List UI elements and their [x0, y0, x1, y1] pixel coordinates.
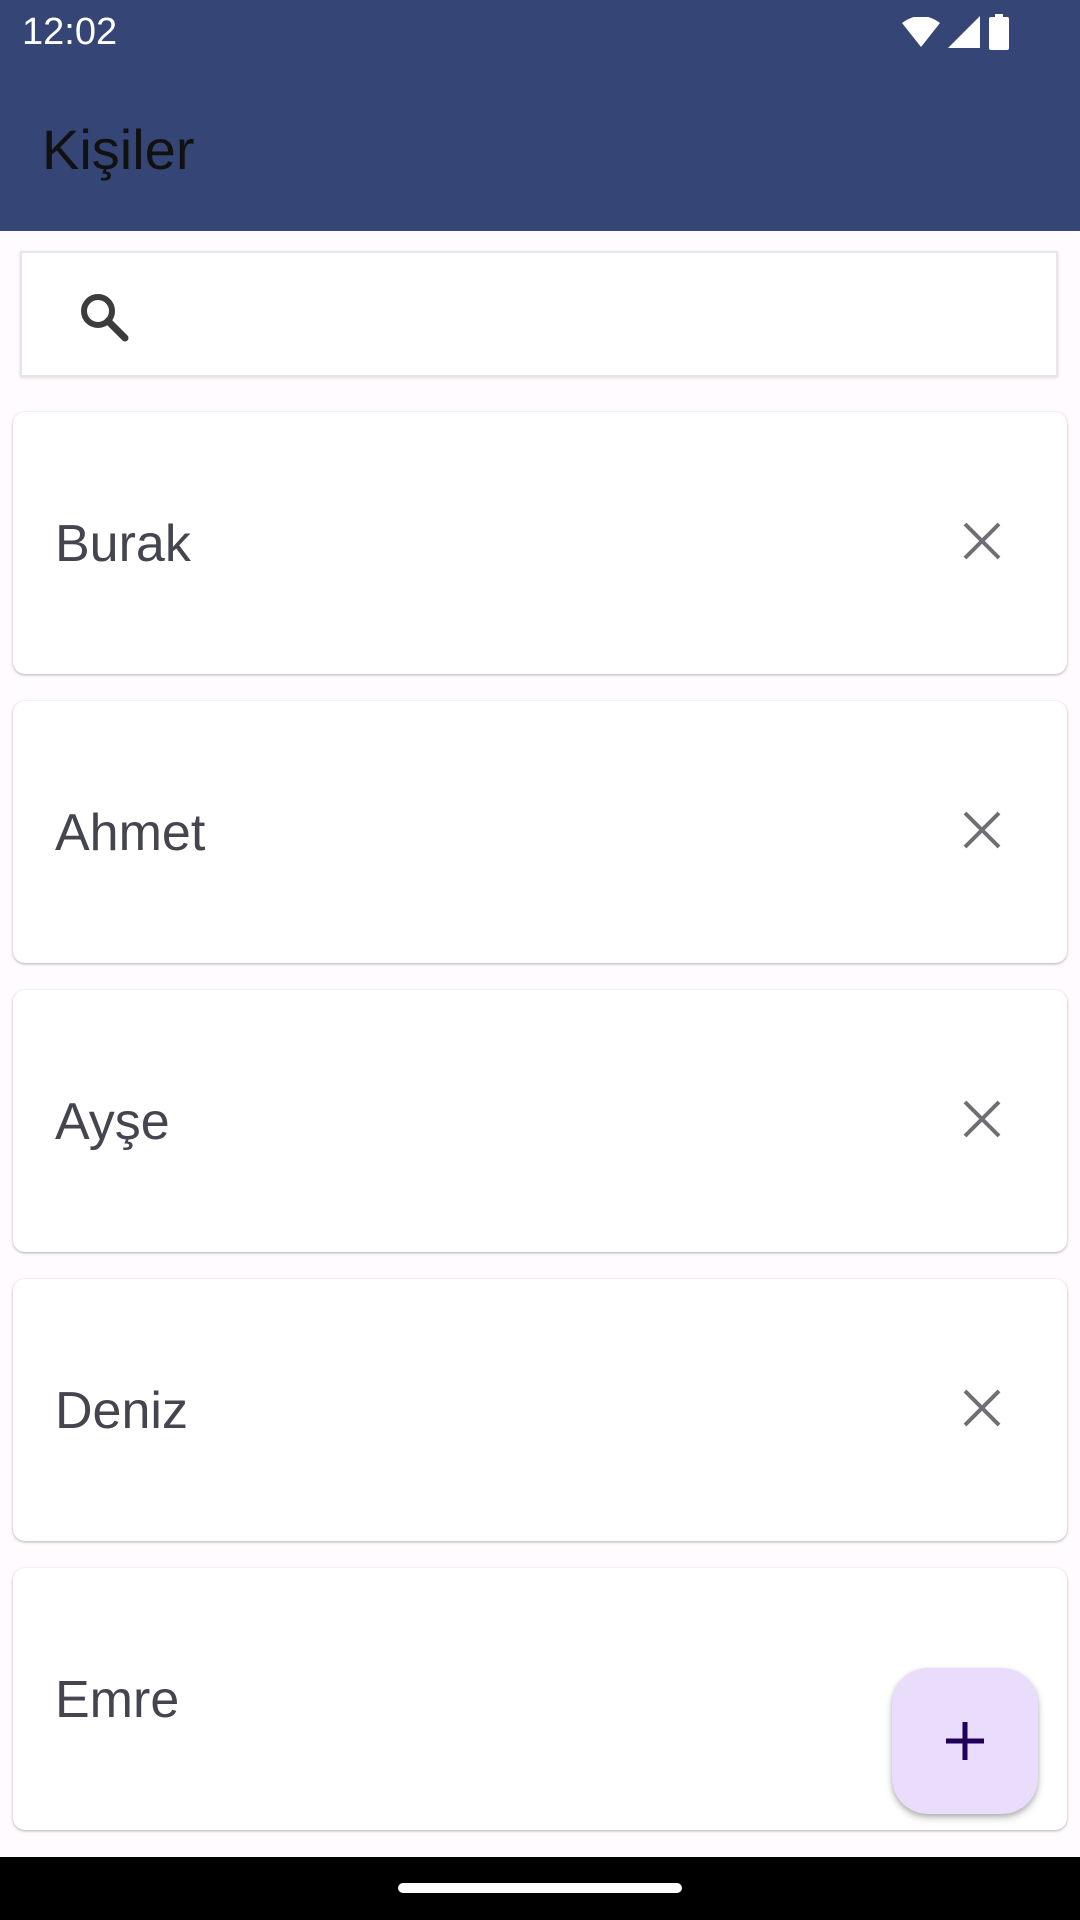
contact-card[interactable]: Ahmet — [13, 701, 1067, 963]
home-handle[interactable] — [398, 1883, 682, 1893]
page-title: Kişiler — [42, 118, 195, 181]
battery-icon — [989, 14, 1009, 50]
search-icon — [78, 291, 130, 343]
close-icon[interactable] — [959, 1385, 1005, 1431]
search-bar[interactable] — [20, 251, 1058, 377]
wifi-icon — [902, 17, 940, 47]
contact-name: Deniz — [55, 1382, 188, 1440]
contact-card[interactable]: Ayşe — [13, 990, 1067, 1252]
close-icon[interactable] — [959, 1096, 1005, 1142]
search-input[interactable] — [152, 273, 1036, 361]
contact-list: Burak Ahmet Ayşe Deniz Emre — [13, 412, 1067, 1857]
navigation-bar — [0, 1857, 1080, 1920]
status-bar: 12:02 — [0, 0, 1080, 64]
add-contact-button[interactable] — [892, 1668, 1038, 1814]
contact-name: Emre — [55, 1671, 180, 1729]
signal-icon — [948, 16, 980, 48]
contact-name: Burak — [55, 515, 191, 573]
close-icon[interactable] — [959, 518, 1005, 564]
status-icons — [902, 14, 1010, 50]
contact-name: Ayşe — [55, 1093, 170, 1151]
close-icon[interactable] — [959, 807, 1005, 853]
plus-icon — [946, 1722, 984, 1760]
contacts-screen: 12:02 Kişiler Burak Ahmet Ayşe Deniz Emr… — [0, 0, 1080, 1920]
contact-card[interactable]: Burak — [13, 412, 1067, 674]
contact-name: Ahmet — [55, 804, 206, 862]
app-bar: 12:02 Kişiler — [0, 0, 1080, 231]
contact-card[interactable]: Deniz — [13, 1279, 1067, 1541]
status-time: 12:02 — [22, 11, 118, 53]
